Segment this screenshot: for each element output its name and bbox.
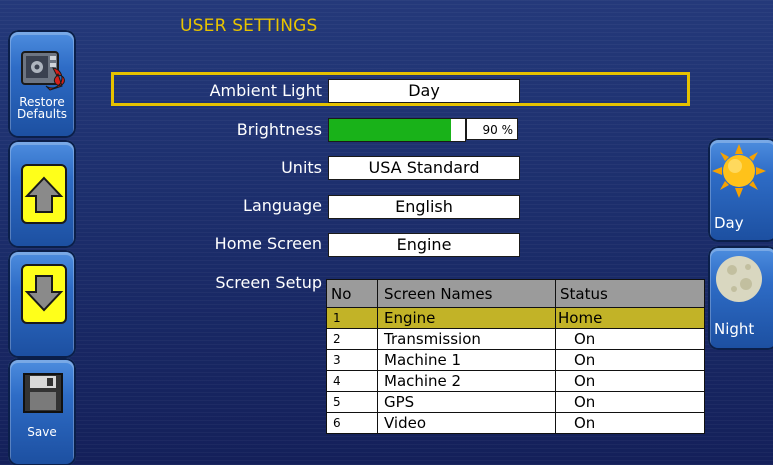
page-title: USER SETTINGS xyxy=(180,16,318,36)
row-status-cell: On xyxy=(555,370,705,392)
row-status-cell: On xyxy=(555,412,705,434)
table-row[interactable]: 4 Machine 2 On xyxy=(326,370,705,392)
row-status-cell: On xyxy=(555,391,705,413)
row-status: On xyxy=(574,393,596,411)
scroll-down-button[interactable] xyxy=(8,250,76,358)
save-disk-icon xyxy=(23,373,63,413)
moon-icon xyxy=(716,256,762,302)
home-screen-field[interactable]: Engine xyxy=(328,233,520,257)
brightness-slider[interactable] xyxy=(328,118,466,142)
row-status-cell: On xyxy=(555,328,705,350)
row-no: 4 xyxy=(326,370,378,392)
row-no: 3 xyxy=(326,349,378,371)
header-status: Status xyxy=(555,279,705,308)
row-name: Machine 1 xyxy=(377,349,556,371)
row-status-cell: Home xyxy=(555,307,705,329)
table-row[interactable]: 2 Transmission On xyxy=(326,328,705,350)
table-row[interactable]: 1 Engine Home xyxy=(326,307,705,329)
table-row[interactable]: 3 Machine 1 On xyxy=(326,349,705,371)
header-screen-names: Screen Names xyxy=(377,279,556,308)
brightness-fill xyxy=(329,119,452,141)
screen-setup-label: Screen Setup xyxy=(215,273,322,292)
row-status: On xyxy=(574,414,596,432)
row-status: On xyxy=(574,351,596,369)
ambient-light-field[interactable]: Day xyxy=(328,79,520,103)
row-status: On xyxy=(574,372,596,390)
table-row[interactable]: 5 GPS On xyxy=(326,391,705,413)
night-label: Night xyxy=(714,320,755,338)
table-header-row: No Screen Names Status xyxy=(326,279,705,308)
row-name: Video xyxy=(377,412,556,434)
ambient-light-label: Ambient Light xyxy=(209,81,322,100)
row-name: GPS xyxy=(377,391,556,413)
brightness-value: 90 % xyxy=(466,118,518,140)
table-row[interactable]: 6 Video On xyxy=(326,412,705,434)
brightness-label: Brightness xyxy=(236,120,322,139)
row-name: Machine 2 xyxy=(377,370,556,392)
row-no: 2 xyxy=(326,328,378,350)
screen-setup-table: No Screen Names Status 1 Engine Home 2 T… xyxy=(326,279,705,434)
night-mode-button[interactable]: Night xyxy=(708,246,773,350)
units-label: Units xyxy=(281,158,322,177)
units-field[interactable]: USA Standard xyxy=(328,156,520,180)
row-no: 5 xyxy=(326,391,378,413)
language-field[interactable]: English xyxy=(328,195,520,219)
save-label: Save xyxy=(27,425,57,439)
day-label: Day xyxy=(714,214,744,232)
save-button[interactable]: Save xyxy=(8,358,76,465)
day-mode-button[interactable]: Day xyxy=(708,138,773,242)
row-status: Home xyxy=(558,309,603,327)
header-no: No xyxy=(326,279,378,308)
row-status-cell: On xyxy=(555,349,705,371)
row-no: 6 xyxy=(326,412,378,434)
row-name: Engine xyxy=(377,307,556,329)
row-no: 1 xyxy=(326,307,378,329)
user-settings-screen: USER SETTINGS Restore Defaults Save Day … xyxy=(0,0,773,465)
row-status: On xyxy=(574,330,596,348)
row-name: Transmission xyxy=(377,328,556,350)
sun-icon xyxy=(712,144,766,198)
scroll-up-button[interactable] xyxy=(8,140,76,248)
language-label: Language xyxy=(243,196,322,215)
home-screen-label: Home Screen xyxy=(214,234,322,253)
